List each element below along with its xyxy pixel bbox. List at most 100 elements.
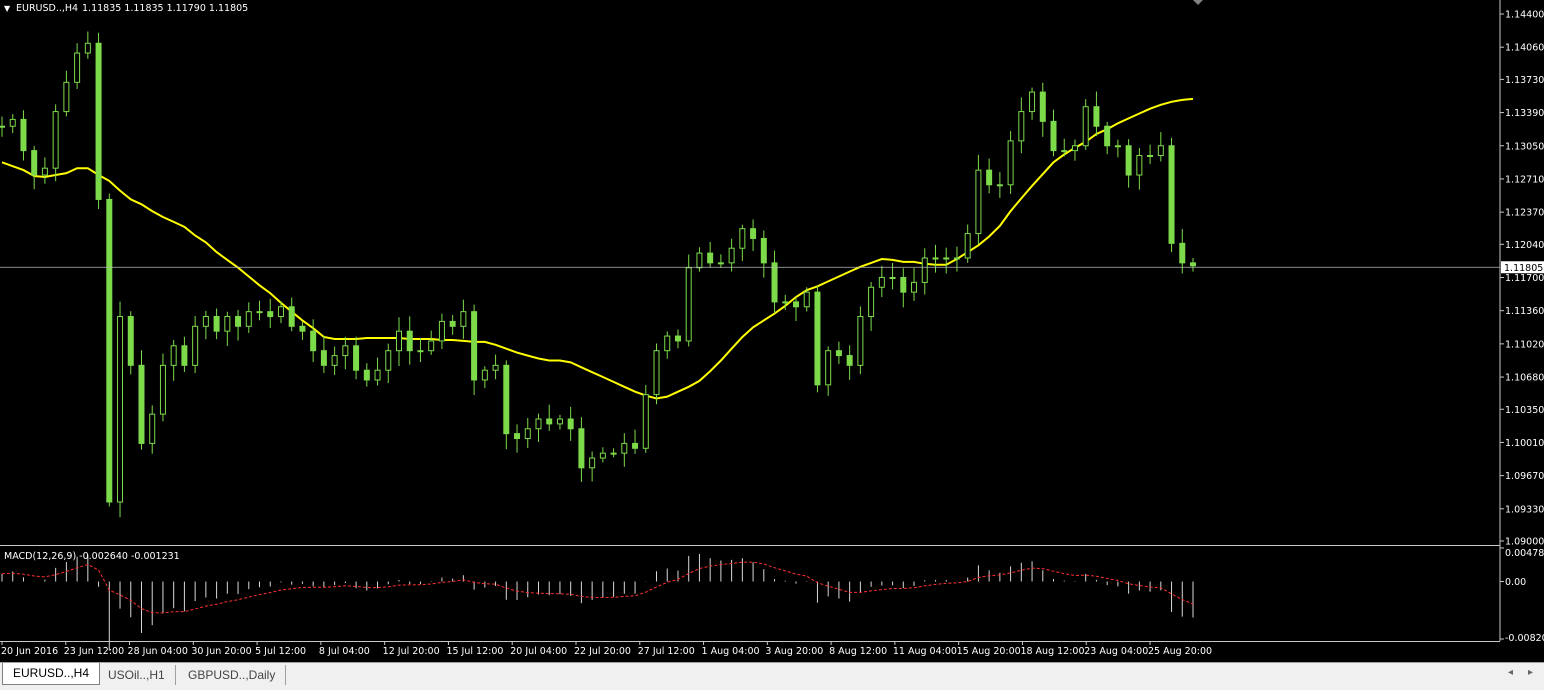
current-price-label: 1.11805 <box>1504 263 1543 274</box>
candle-body <box>353 345 360 371</box>
candle <box>106 193 113 507</box>
candle-body <box>138 364 145 444</box>
x-tick-label: 28 Jun 04:00 <box>128 646 188 657</box>
candle-body <box>717 262 724 265</box>
x-tick-label: 15 Jul 12:00 <box>446 646 503 657</box>
y-tick-label: 1.13050 <box>1505 141 1544 152</box>
y-tick-label: 1.10350 <box>1505 405 1544 416</box>
candle <box>1082 99 1089 150</box>
candle-body <box>0 125 5 128</box>
candle <box>138 350 145 450</box>
candle-body <box>814 291 821 386</box>
candle-body <box>52 111 59 169</box>
price-chart[interactable]: 1.14400 1.14060 1.13730 1.13390 1.13050 1.127… <box>0 0 1544 662</box>
candle-body <box>932 257 939 260</box>
candle-body <box>621 442 628 454</box>
candle-body <box>771 262 778 303</box>
candle-body <box>664 335 671 352</box>
candle-body <box>41 167 48 176</box>
candle-body <box>1147 155 1154 158</box>
candle-body <box>760 237 767 264</box>
candle-body <box>460 311 467 327</box>
tab-eurusd-h4[interactable]: EURUSD..,H4 <box>2 663 101 685</box>
candle-body <box>610 452 617 455</box>
candle-body <box>406 330 413 352</box>
candle-body <box>310 330 317 352</box>
candle-body <box>256 311 263 314</box>
candle-body <box>1050 120 1057 152</box>
candle-body <box>1039 91 1046 122</box>
candle-body <box>825 350 832 386</box>
y-tick-label: 1.14060 <box>1505 43 1544 54</box>
x-tick-label: 30 Jun 20:00 <box>191 646 251 657</box>
x-tick-label: 18 Aug 12:00 <box>1020 646 1084 657</box>
x-tick-label: 1 Aug 04:00 <box>702 646 760 657</box>
candle <box>117 301 124 518</box>
candle-body <box>396 330 402 352</box>
candle-body <box>685 267 692 342</box>
candle-body <box>567 418 574 430</box>
candle-body <box>159 364 166 415</box>
candle-body <box>782 301 789 304</box>
candle-body <box>213 316 220 332</box>
candle <box>814 286 821 393</box>
x-tick-label: 25 Aug 20:00 <box>1148 646 1212 657</box>
candle-body <box>642 394 649 449</box>
tab-scroll-right-icon[interactable]: ▸ <box>1528 667 1533 678</box>
candle-body <box>320 350 327 366</box>
candle-body <box>170 345 177 366</box>
candle-body <box>878 277 885 288</box>
candle-body <box>9 118 16 127</box>
candle-body <box>288 306 295 327</box>
candle <box>857 306 864 375</box>
candle-body <box>1082 106 1089 147</box>
y-tick-label: 1.12370 <box>1505 208 1544 219</box>
candle-body <box>149 413 156 444</box>
macd-tick-label: 0.00 <box>1505 577 1526 588</box>
candle-body <box>589 457 596 469</box>
y-tick-label: 1.09000 <box>1505 537 1544 548</box>
menu-triangle-icon[interactable]: ▼ <box>4 4 11 13</box>
y-tick-label: 1.11360 <box>1505 306 1544 317</box>
candle-body <box>900 277 907 293</box>
candle-body <box>632 442 639 449</box>
candle-body <box>449 320 456 327</box>
candle-body <box>546 418 553 425</box>
candle-body <box>1168 145 1175 244</box>
candle-body <box>417 350 424 353</box>
candle-body <box>202 316 209 327</box>
candle-body <box>106 198 113 503</box>
y-tick-label: 1.10010 <box>1505 438 1544 449</box>
candle-body <box>556 418 563 425</box>
macd-tick-label: -0.008208 <box>1505 633 1544 644</box>
candle-body <box>1029 91 1036 113</box>
x-tick-label: 27 Jul 12:00 <box>638 646 695 657</box>
candle-body <box>1114 145 1121 148</box>
candle-body <box>535 418 542 430</box>
candle-body <box>331 355 338 366</box>
y-tick-label: 1.12710 <box>1505 174 1544 185</box>
candle-body <box>74 52 81 83</box>
candle-body <box>1190 262 1196 267</box>
tab-gbpusd-daily[interactable]: GBPUSD..,Daily <box>178 665 287 685</box>
candle-body <box>1018 111 1025 142</box>
candle-body <box>728 247 735 264</box>
candle-body <box>996 184 1003 187</box>
macd-tick-label: 0.004787 <box>1505 548 1544 559</box>
x-tick-label: 22 Jul 20:00 <box>574 646 631 657</box>
y-tick-label: 1.12040 <box>1505 240 1544 251</box>
tab-usoil-h1[interactable]: USOil..,H1 <box>98 665 176 685</box>
candle-body <box>964 233 971 259</box>
candle-body <box>385 350 392 371</box>
x-tick-label: 8 Jul 04:00 <box>319 646 370 657</box>
candle-body <box>975 169 982 235</box>
candle-body <box>492 364 499 371</box>
tab-scroll-left-icon[interactable]: ◂ <box>1508 667 1513 678</box>
y-tick-label: 1.11020 <box>1505 339 1544 350</box>
x-tick-label: 12 Jul 20:00 <box>383 646 440 657</box>
candle-body <box>653 350 660 396</box>
candle-body <box>117 316 124 503</box>
candle-body <box>911 281 918 293</box>
candle <box>685 254 692 347</box>
candle-body <box>235 316 242 327</box>
